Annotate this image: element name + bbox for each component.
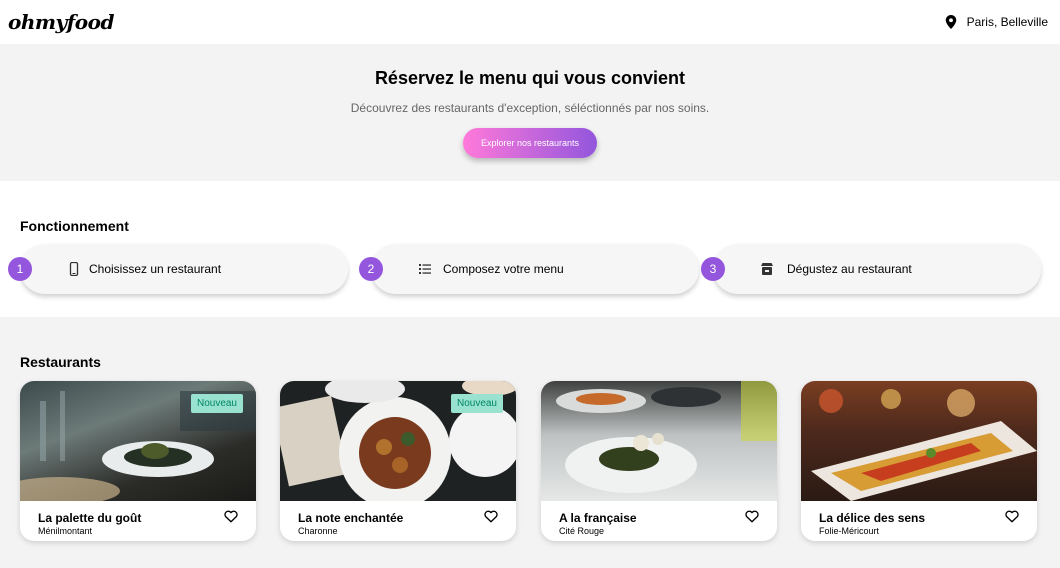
- hero-subtitle: Découvrez des restaurants d'exception, s…: [350, 101, 710, 115]
- restaurant-name: La palette du goût: [38, 511, 142, 525]
- step-label: Dégustez au restaurant: [787, 262, 912, 276]
- logo[interactable]: ohmyfood: [8, 10, 114, 34]
- heart-icon[interactable]: [484, 510, 498, 523]
- step-number: 3: [701, 257, 725, 281]
- restaurant-photo: [541, 381, 777, 501]
- step-card[interactable]: 2 Composez votre menu: [359, 244, 699, 294]
- restaurant-photo: Nouveau: [280, 381, 516, 501]
- how-it-works-title: Fonctionnement: [20, 218, 129, 234]
- step-card[interactable]: 3 Dégustez au restaurant: [701, 244, 1041, 294]
- heart-icon[interactable]: [745, 510, 759, 523]
- location[interactable]: Paris, Belleville: [945, 15, 1048, 29]
- store-icon: [761, 263, 773, 275]
- restaurants-section: Restaurants Nouveau La palette du goût M…: [0, 317, 1060, 568]
- hero-title: Réservez le menu qui vous convient: [374, 68, 686, 88]
- hero-section: Réservez le menu qui vous convient Décou…: [0, 44, 1060, 181]
- step-number: 1: [8, 257, 32, 281]
- step-number: 2: [359, 257, 383, 281]
- restaurant-area: Cité Rouge: [559, 526, 605, 536]
- restaurant-photo: Nouveau: [20, 381, 256, 501]
- map-pin-icon: [945, 15, 956, 29]
- new-badge: Nouveau: [450, 394, 503, 413]
- step-card[interactable]: 1 Choisissez un restaurant: [8, 244, 348, 294]
- explore-restaurants-button[interactable]: Explorer nos restaurants: [463, 128, 597, 158]
- restaurant-area: Ménilmontant: [38, 526, 93, 536]
- top-bar: ohmyfood Paris, Belleville: [0, 0, 1060, 44]
- heart-icon[interactable]: [224, 510, 238, 523]
- restaurant-name: La délice des sens: [819, 511, 926, 525]
- list-icon: [419, 264, 431, 274]
- restaurant-area: Folie-Méricourt: [819, 526, 880, 536]
- restaurant-name: A la française: [559, 511, 637, 525]
- restaurant-card[interactable]: A la française Cité Rouge: [541, 381, 777, 541]
- restaurants-title: Restaurants: [20, 354, 101, 370]
- restaurant-name: La note enchantée: [298, 511, 404, 525]
- mobile-phone-icon: [69, 262, 79, 276]
- restaurant-card[interactable]: La délice des sens Folie-Méricourt: [801, 381, 1037, 541]
- step-label: Choisissez un restaurant: [89, 262, 222, 276]
- restaurant-card[interactable]: Nouveau La palette du goût Ménilmontant: [20, 381, 256, 541]
- heart-icon[interactable]: [1005, 510, 1019, 523]
- restaurant-area: Charonne: [298, 526, 338, 536]
- new-badge: Nouveau: [190, 394, 243, 413]
- restaurant-photo: [801, 381, 1037, 501]
- restaurant-card[interactable]: Nouveau La note enchantée Charonne: [280, 381, 516, 541]
- location-label: Paris, Belleville: [966, 15, 1048, 29]
- step-label: Composez votre menu: [443, 262, 564, 276]
- how-it-works-section: Fonctionnement 1 Choisissez un restauran…: [0, 181, 1060, 317]
